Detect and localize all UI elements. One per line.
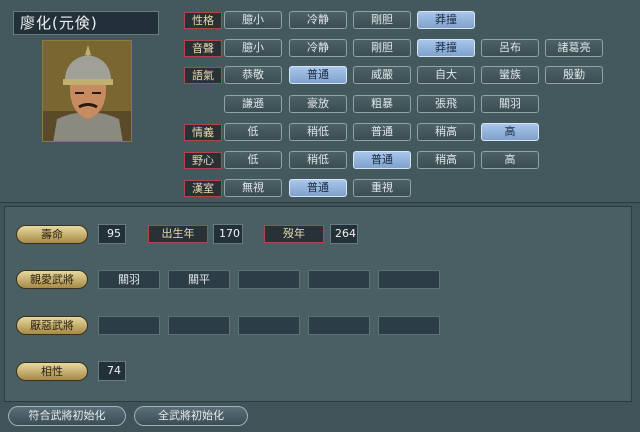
ambition-option-2[interactable]: 稍低: [289, 151, 347, 169]
voice-label: 音聲: [184, 40, 222, 57]
loyalty-option-5[interactable]: 高: [481, 123, 539, 141]
ambition-label: 野心: [184, 152, 222, 169]
han-option-2[interactable]: 普通: [289, 179, 347, 197]
voice-option-3[interactable]: 剛胆: [353, 39, 411, 57]
tone-option-4[interactable]: 自大: [417, 66, 475, 84]
loyalty-option-4[interactable]: 稍高: [417, 123, 475, 141]
tone-option-1[interactable]: 恭敬: [224, 66, 282, 84]
friendly-slot-1[interactable]: 關羽: [98, 270, 160, 289]
tone-option-8[interactable]: 豪放: [289, 95, 347, 113]
loyalty-option-3[interactable]: 普通: [353, 123, 411, 141]
hated-slot-5[interactable]: [378, 316, 440, 335]
tone-option-11[interactable]: 關羽: [481, 95, 539, 113]
personality-label: 性格: [184, 12, 222, 29]
compatibility-value[interactable]: 74: [98, 361, 126, 381]
tone-option-9[interactable]: 粗暴: [353, 95, 411, 113]
han-label: 漢室: [184, 180, 222, 197]
officer-portrait: [42, 40, 132, 142]
loyalty-option-2[interactable]: 稍低: [289, 123, 347, 141]
tone-option-6[interactable]: 殷勤: [545, 66, 603, 84]
birth-value[interactable]: 170: [213, 224, 243, 244]
hated-slot-4[interactable]: [308, 316, 370, 335]
voice-option-2[interactable]: 冷静: [289, 39, 347, 57]
loyalty-option-1[interactable]: 低: [224, 123, 282, 141]
tone-option-5[interactable]: 蠻族: [481, 66, 539, 84]
voice-option-1[interactable]: 臆小: [224, 39, 282, 57]
friendly-slot-2[interactable]: 關平: [168, 270, 230, 289]
lifespan-value[interactable]: 95: [98, 224, 126, 244]
friendly-slot-4[interactable]: [308, 270, 370, 289]
reset-matching-officers-button[interactable]: 符合武將初始化: [8, 406, 126, 426]
tone-option-2[interactable]: 普通: [289, 66, 347, 84]
tone-label: 語氣: [184, 67, 222, 84]
lifespan-button[interactable]: 壽命: [16, 225, 88, 244]
voice-option-5[interactable]: 呂布: [481, 39, 539, 57]
tone-option-3[interactable]: 威嚴: [353, 66, 411, 84]
tone-option-7[interactable]: 謙遜: [224, 95, 282, 113]
reset-all-officers-button[interactable]: 全武將初始化: [134, 406, 248, 426]
ambition-option-5[interactable]: 高: [481, 151, 539, 169]
death-label: 歿年: [264, 225, 324, 243]
personality-option-3[interactable]: 剛胆: [353, 11, 411, 29]
friendly-officers-button[interactable]: 親愛武將: [16, 270, 88, 289]
ambition-option-1[interactable]: 低: [224, 151, 282, 169]
tone-option-10[interactable]: 張飛: [417, 95, 475, 113]
loyalty-label: 情義: [184, 124, 222, 141]
han-option-3[interactable]: 重視: [353, 179, 411, 197]
birth-label: 出生年: [148, 225, 208, 243]
friendly-slot-3[interactable]: [238, 270, 300, 289]
officer-name: 廖化(元倹): [13, 11, 159, 35]
personality-option-2[interactable]: 冷静: [289, 11, 347, 29]
personality-option-4[interactable]: 莽撞: [417, 11, 475, 29]
voice-option-6[interactable]: 諸葛亮: [545, 39, 603, 57]
hated-officers-button[interactable]: 厭惡武將: [16, 316, 88, 335]
personality-option-1[interactable]: 臆小: [224, 11, 282, 29]
death-value[interactable]: 264: [330, 224, 358, 244]
hated-slot-3[interactable]: [238, 316, 300, 335]
compatibility-button[interactable]: 相性: [16, 362, 88, 381]
ambition-option-3[interactable]: 普通: [353, 151, 411, 169]
friendly-slot-5[interactable]: [378, 270, 440, 289]
voice-option-4[interactable]: 莽撞: [417, 39, 475, 57]
han-option-1[interactable]: 無視: [224, 179, 282, 197]
hated-slot-1[interactable]: [98, 316, 160, 335]
hated-slot-2[interactable]: [168, 316, 230, 335]
ambition-option-4[interactable]: 稍高: [417, 151, 475, 169]
